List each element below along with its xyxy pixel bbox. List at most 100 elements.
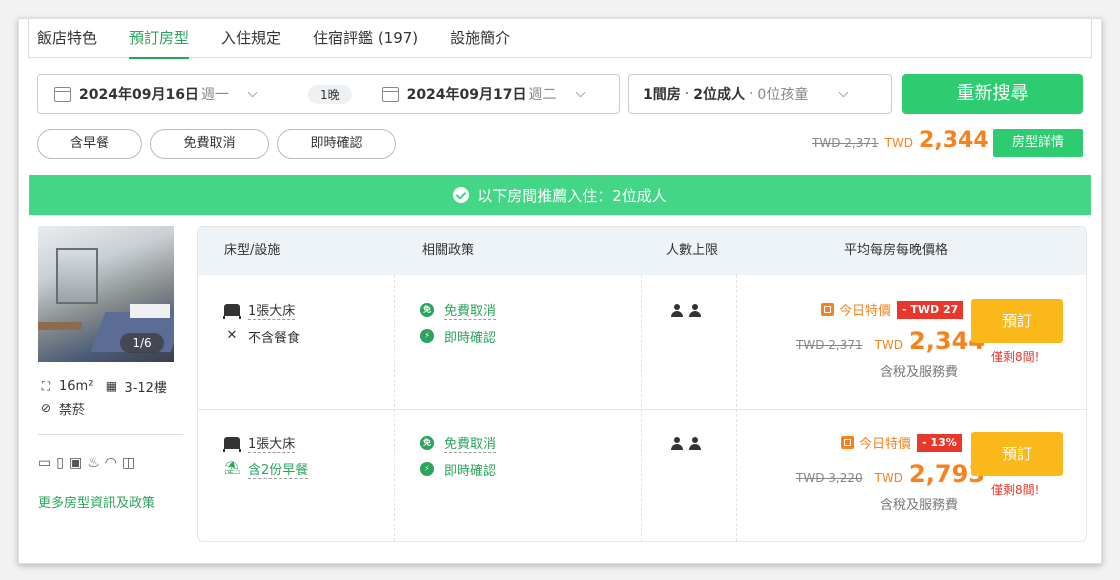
tab-facilities[interactable]: 設施簡介	[450, 18, 510, 58]
table-row-2-deal: 今日特價 - 13%	[841, 433, 962, 452]
chevron-down-icon	[247, 87, 258, 97]
deal-label: 今日特價	[859, 437, 912, 452]
column-divider	[736, 275, 737, 541]
meal-info[interactable]: 含2份早餐	[248, 459, 309, 479]
discount-badge: - 13%	[917, 433, 962, 452]
tab-book-rooms[interactable]: 預訂房型	[129, 18, 190, 59]
search-again-button[interactable]: 重新搜尋	[902, 74, 1083, 114]
table-row-1-policy: 免 免費取消 ⚡ 即時確認	[420, 299, 497, 351]
fridge-icon: ▯	[56, 455, 69, 471]
bed-icon	[223, 437, 241, 452]
amenity-icons: ▭▯▣♨◠◫	[38, 455, 140, 471]
bed-type[interactable]: 1張大床	[248, 433, 296, 453]
free-cancel-icon: 免	[420, 436, 434, 450]
old-price: TWD 2,371	[796, 338, 863, 352]
free-cancel-link[interactable]: 免費取消	[444, 433, 497, 453]
table-row-1-bed: 1張大床 ✕ 不含餐食	[223, 299, 301, 351]
rooms-count: 1間房	[643, 87, 681, 103]
summary-currency: TWD	[884, 136, 914, 150]
guest-selector[interactable]: 1間房 · 2位成人 · 0位孩童	[628, 74, 892, 114]
instant-confirm-text: 即時確認	[444, 463, 497, 479]
tab-checkin-rules[interactable]: 入住規定	[221, 18, 281, 58]
divider	[38, 434, 183, 435]
checkin-field[interactable]: 2024年09月16日 週一	[54, 84, 258, 104]
currency: TWD	[874, 338, 904, 352]
old-price: TWD 3,220	[796, 471, 863, 485]
calendar-icon	[381, 86, 399, 102]
tax-note: 含稅及服務費	[880, 365, 959, 380]
filter-free-cancel[interactable]: 免費取消	[150, 129, 269, 159]
bed-type[interactable]: 1張大床	[248, 300, 296, 320]
no-meal-icon: ✕	[226, 328, 238, 343]
room-facts: ⛶ 16m² ▦ 3-12樓 ⊘ 禁菸	[38, 376, 167, 420]
more-room-info-link[interactable]: 更多房型資訊及政策	[38, 492, 155, 511]
check-circle-icon	[453, 187, 470, 203]
checkout-date: 2024年09月17日	[406, 87, 527, 103]
table-row-2-capacity	[671, 437, 707, 451]
room-details-button[interactable]: 房型詳情	[993, 129, 1083, 157]
filter-instant-confirm[interactable]: 即時確認	[277, 129, 396, 159]
room-size: 16m²	[59, 378, 94, 394]
photo-counter: 1/6	[120, 333, 164, 353]
person-icon	[689, 304, 701, 318]
banner-text: 以下房間推薦入住：2位成人	[477, 186, 667, 205]
separator-dot: ·	[748, 86, 754, 102]
checkin-date: 2024年09月16日	[79, 87, 199, 103]
table-row-1-capacity	[671, 304, 707, 318]
no-smoking-icon: ⊘	[40, 401, 52, 415]
filter-breakfast[interactable]: 含早餐	[37, 129, 142, 159]
tax-note: 含稅及服務費	[880, 498, 959, 513]
summary-price-value: 2,344	[919, 128, 989, 153]
photo-desk-shape	[38, 322, 82, 330]
instant-confirm-text: 即時確認	[444, 330, 497, 346]
table-header: 床型/設施 相關政策 人數上限 平均每房每晚價格	[198, 227, 1086, 275]
header-max-guests: 人數上限	[666, 243, 719, 258]
person-icon	[671, 437, 683, 451]
bathtub-icon: ◫	[121, 455, 141, 471]
column-divider	[394, 275, 395, 541]
wifi-icon: ◠	[104, 455, 122, 471]
lightning-icon: ⚡	[420, 329, 434, 343]
person-icon	[689, 437, 701, 451]
air-conditioner-icon: ▭	[38, 455, 57, 471]
tab-reviews[interactable]: 住宿評鑑 (197)	[313, 18, 418, 58]
table-row-1-deal: 今日特價 - TWD 27	[821, 300, 964, 319]
deal-label: 今日特價	[839, 304, 892, 319]
photo-pillow-shape	[130, 304, 170, 318]
book-button[interactable]: 預訂	[971, 299, 1063, 343]
table-row-1-price: TWD 2,371 TWD 2,344	[796, 327, 985, 355]
tab-hotel-features[interactable]: 飯店特色	[37, 18, 97, 58]
tv-icon: ▣	[68, 455, 88, 471]
tag-icon	[821, 303, 834, 316]
checkin-weekday: 週一	[200, 87, 229, 103]
column-divider	[641, 275, 642, 541]
tag-icon	[841, 436, 854, 449]
room-options-table: 床型/設施 相關政策 人數上限 平均每房每晚價格 1張大床 ✕ 不含餐食 免 免…	[197, 226, 1087, 542]
photo-window-shape	[56, 248, 98, 304]
discount-badge: - TWD 27	[897, 300, 964, 319]
nights-badge: 1晚	[307, 84, 352, 104]
meal-info: 不含餐食	[248, 330, 301, 346]
building-icon: ▦	[105, 379, 118, 393]
children-count: 0位孩童	[757, 87, 809, 103]
person-icon	[671, 304, 683, 318]
book-button[interactable]: 預訂	[971, 432, 1063, 476]
rooms-left-note: 僅剩8間!	[991, 483, 1040, 497]
checkout-field[interactable]: 2024年09月17日 週二	[381, 84, 585, 104]
tab-bar: 飯店特色 預訂房型 入住規定 住宿評鑑 (197) 設施簡介	[28, 18, 1092, 59]
lightning-icon: ⚡	[420, 462, 434, 476]
kettle-icon: ♨	[87, 455, 105, 471]
summary-old-price: TWD 2,371	[812, 136, 879, 150]
breakfast-icon: ⛱	[224, 461, 241, 476]
separator-dot: ·	[684, 86, 690, 102]
row-divider	[198, 409, 1086, 410]
date-range-picker: 2024年09月16日 週一 1晚 2024年09月17日 週二	[37, 74, 620, 114]
header-policies: 相關政策	[422, 243, 475, 258]
chevron-down-icon	[575, 87, 585, 97]
summary-price: TWD 2,371 TWD 2,344	[812, 128, 989, 153]
room-size-icon: ⛶	[41, 379, 51, 393]
adults-count: 2位成人	[693, 87, 745, 103]
smoking-policy: 禁菸	[59, 402, 86, 418]
free-cancel-link[interactable]: 免費取消	[444, 300, 497, 320]
recommendation-banner: 以下房間推薦入住：2位成人	[29, 175, 1091, 215]
